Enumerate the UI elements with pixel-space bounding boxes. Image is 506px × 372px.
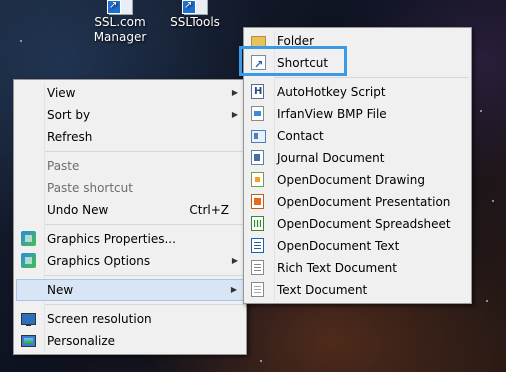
submenu-item-odf-presentation[interactable]: OpenDocument Presentation	[244, 191, 471, 213]
menu-item-label: View	[47, 86, 76, 100]
star	[486, 300, 488, 302]
star	[20, 40, 22, 42]
menu-item-label: Refresh	[47, 130, 93, 144]
menu-item-label: Paste	[47, 159, 80, 173]
menu-item-label: Journal Document	[277, 151, 385, 165]
desktop-icon-ssltools[interactable]: SSLTools	[163, 0, 227, 30]
folder-icon	[251, 36, 266, 49]
menu-item-screen-resolution[interactable]: Screen resolution	[14, 308, 246, 330]
screen-icon	[21, 313, 36, 326]
bmp-file-icon	[251, 106, 264, 121]
submenu-arrow-icon: ▶	[231, 110, 238, 119]
menu-item-label: OpenDocument Drawing	[277, 173, 425, 187]
menu-item-label: Shortcut	[277, 56, 329, 70]
shortcut-label: Ctrl+Z	[189, 203, 229, 217]
desktop-context-menu: View ▶ Sort by ▶ Refresh Paste Paste sho…	[13, 79, 247, 355]
menu-item-undo-new[interactable]: Undo New Ctrl+Z	[14, 199, 246, 221]
menu-separator	[45, 224, 244, 225]
menu-item-view[interactable]: View ▶	[14, 82, 246, 104]
menu-item-paste: Paste	[14, 155, 246, 177]
contact-icon	[251, 130, 266, 143]
shortcut-icon	[105, 0, 135, 15]
star	[260, 360, 262, 362]
odf-presentation-icon	[251, 194, 264, 209]
star	[492, 200, 494, 202]
menu-item-graphics-options[interactable]: Graphics Options ▶	[14, 250, 246, 272]
submenu-item-rich-text-document[interactable]: Rich Text Document	[244, 257, 471, 279]
submenu-item-autohotkey-script[interactable]: AutoHotkey Script	[244, 81, 471, 103]
menu-item-label: Sort by	[47, 108, 91, 122]
submenu-item-folder[interactable]: Folder	[244, 30, 471, 52]
menu-item-label: OpenDocument Spreadsheet	[277, 217, 451, 231]
submenu-item-journal-document[interactable]: Journal Document	[244, 147, 471, 169]
menu-item-label: OpenDocument Text	[277, 239, 400, 253]
menu-item-label: Text Document	[277, 283, 368, 297]
menu-item-label: Contact	[277, 129, 324, 143]
menu-item-label: AutoHotkey Script	[277, 85, 386, 99]
menu-item-label: Paste shortcut	[47, 181, 133, 195]
odf-text-icon	[251, 238, 264, 253]
submenu-item-irfanview-bmp[interactable]: IrfanView BMP File	[244, 103, 471, 125]
menu-item-label: Screen resolution	[47, 312, 152, 326]
graphics-icon	[21, 231, 36, 246]
menu-item-label: Folder	[277, 34, 315, 48]
menu-separator	[45, 304, 244, 305]
submenu-arrow-icon: ▶	[230, 285, 237, 294]
shortcut-icon	[251, 54, 266, 76]
new-submenu: Folder Shortcut AutoHotkey Script IrfanV…	[243, 27, 472, 304]
submenu-item-text-document[interactable]: Text Document	[244, 279, 471, 301]
submenu-item-shortcut[interactable]: Shortcut	[244, 52, 471, 76]
menu-item-label: IrfanView BMP File	[277, 107, 387, 121]
menu-item-label: New	[47, 283, 74, 297]
odf-spreadsheet-icon	[251, 216, 264, 231]
menu-item-personalize[interactable]: Personalize	[14, 330, 246, 352]
text-document-icon	[251, 282, 264, 297]
menu-item-refresh[interactable]: Refresh	[14, 126, 246, 148]
odf-drawing-icon	[251, 172, 264, 187]
menu-separator	[45, 275, 244, 276]
menu-separator	[275, 77, 469, 78]
submenu-item-odf-spreadsheet[interactable]: OpenDocument Spreadsheet	[244, 213, 471, 235]
star	[480, 110, 482, 112]
graphics-icon	[21, 253, 36, 268]
submenu-arrow-icon: ▶	[231, 88, 238, 97]
desktop-icon-label: SSL.com	[94, 15, 146, 29]
menu-item-new[interactable]: New ▶	[16, 279, 244, 301]
menu-item-paste-shortcut: Paste shortcut	[14, 177, 246, 199]
menu-item-label: Undo New	[47, 203, 109, 217]
autohotkey-icon	[251, 84, 264, 99]
menu-separator	[45, 151, 244, 152]
desktop-icon-ssl-manager[interactable]: SSL.com Manager	[88, 0, 152, 45]
menu-item-sort-by[interactable]: Sort by ▶	[14, 104, 246, 126]
submenu-item-contact[interactable]: Contact	[244, 125, 471, 147]
menu-item-label: OpenDocument Presentation	[277, 195, 451, 209]
menu-item-graphics-properties[interactable]: Graphics Properties...	[14, 228, 246, 250]
desktop-icon-label: Manager	[93, 30, 147, 44]
shortcut-icon	[180, 0, 210, 15]
submenu-item-odf-text[interactable]: OpenDocument Text	[244, 235, 471, 257]
desktop-icon-label: SSLTools	[170, 15, 220, 29]
menu-item-label: Rich Text Document	[277, 261, 397, 275]
menu-item-label: Personalize	[47, 334, 116, 348]
submenu-arrow-icon: ▶	[231, 256, 238, 265]
submenu-item-odf-drawing[interactable]: OpenDocument Drawing	[244, 169, 471, 191]
menu-item-label: Graphics Properties...	[47, 232, 176, 246]
personalize-icon	[21, 335, 36, 347]
journal-icon	[251, 150, 264, 165]
menu-item-label: Graphics Options	[47, 254, 151, 268]
rtf-icon	[251, 260, 264, 275]
